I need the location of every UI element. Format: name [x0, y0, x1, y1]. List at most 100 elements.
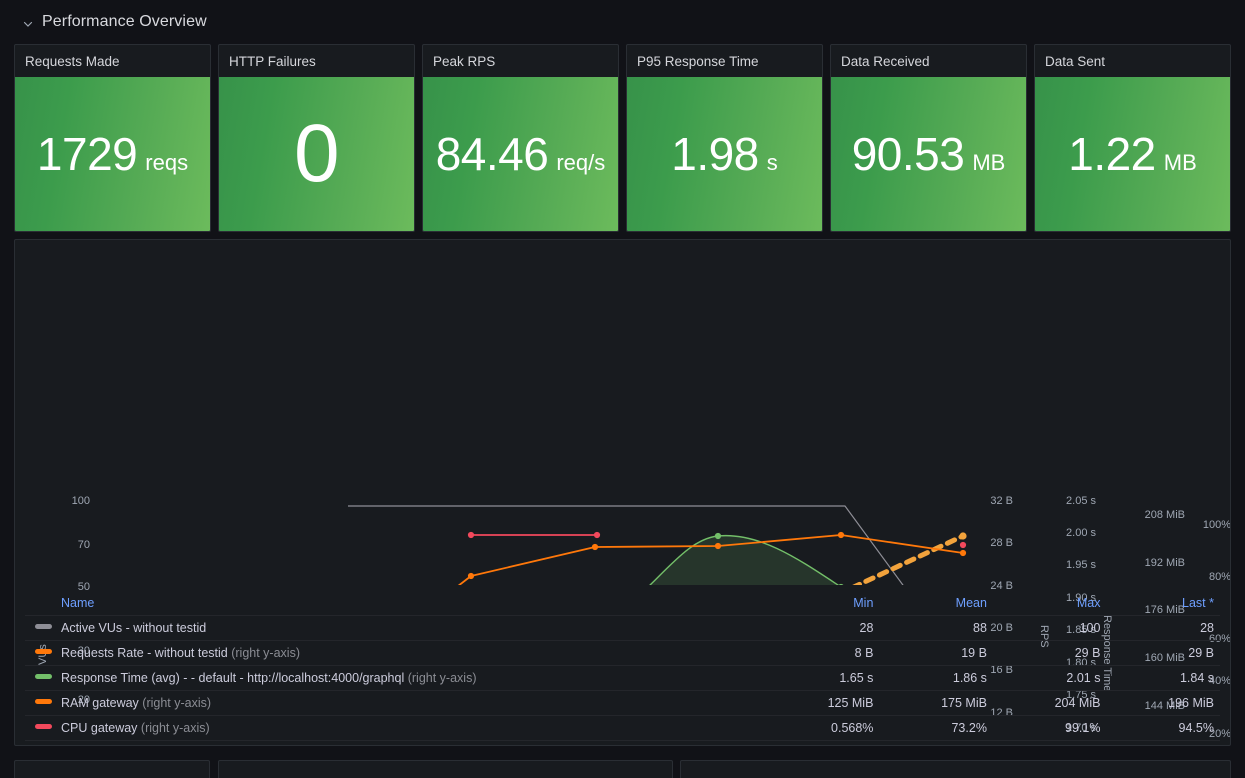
stat-unit: MB [972, 150, 1006, 175]
series-point-response-time [714, 532, 722, 540]
chevron-down-icon[interactable] [22, 18, 34, 30]
stat-value: 1729 [36, 128, 138, 180]
axis-tick-rps: 28 B [990, 537, 1013, 549]
stat-panel-title: Data Received [841, 53, 930, 69]
legend-color-swatch[interactable] [35, 724, 52, 729]
legend-series-name[interactable]: Active VUs - without testid [61, 621, 206, 635]
stat-panel[interactable]: P95 Response Time 1.98 s [626, 44, 823, 232]
legend-axis-note: (right y-axis) [140, 721, 210, 735]
legend-series-name[interactable]: Response Time (avg) - - default - http:/… [61, 671, 404, 685]
legend-min-value: 28 [765, 615, 880, 641]
legend-header-row: Name Min Mean Max Last * [25, 592, 1220, 616]
legend-mean-value: 88 [879, 615, 993, 641]
legend-mean-value: 19 B [879, 640, 993, 666]
row-title: Performance Overview [42, 13, 207, 30]
stat-value: 0 [293, 108, 340, 199]
stat-panel[interactable]: Peak RPS 84.46 req/s [422, 44, 619, 232]
stat-value: 84.46 [435, 128, 549, 180]
axis-tick-rps: 24 B [990, 580, 1013, 592]
next-panel-3[interactable] [680, 760, 1231, 778]
stat-panel-title: HTTP Failures [229, 53, 316, 69]
legend-series-cell[interactable]: Response Time (avg) - - default - http:/… [25, 665, 766, 691]
legend[interactable]: Name Min Mean Max Last * Active VUs - wi… [15, 592, 1230, 741]
legend-max-value: 204 MiB [992, 690, 1107, 716]
stat-panel[interactable]: Requests Made 1729 reqs [14, 44, 211, 232]
stat-panel[interactable]: Data Sent 1.22 MB [1034, 44, 1231, 232]
legend-last-value: 94.5% [1106, 715, 1220, 741]
legend-last-value: 29 B [1106, 640, 1220, 666]
axis-tick-cpu: 100% [1202, 519, 1231, 531]
legend-table: Name Min Mean Max Last * Active VUs - wi… [25, 592, 1220, 741]
legend-row[interactable]: RAM gateway (right y-axis) 125 MiB 175 MiB… [25, 690, 1220, 716]
legend-mean-value: 175 MiB [879, 690, 993, 716]
legend-series-name[interactable]: RAM gateway [61, 696, 139, 710]
plot-area[interactable] [15, 240, 1230, 585]
axis-tick-cpu: 80% [1208, 571, 1231, 583]
legend-series-name[interactable]: Requests Rate - without testid [61, 646, 228, 660]
stat-panel-body: 1.22 MB [1035, 77, 1230, 231]
stat-panel-title: Peak RPS [433, 53, 496, 69]
stat-panel-title: Data Sent [1045, 53, 1106, 69]
legend-axis-note: (right y-axis) [231, 646, 300, 660]
stat-value: 1.22 [1068, 128, 1156, 180]
stat-unit: reqs [145, 150, 189, 175]
next-panel-1[interactable] [14, 760, 210, 778]
stat-panel-body: 1729 reqs [15, 77, 210, 231]
legend-max-value: 2.01 s [992, 665, 1107, 691]
legend-series-name[interactable]: CPU gateway [61, 721, 137, 735]
axis-tick-vus: 100 [71, 495, 90, 507]
legend-color-swatch[interactable] [35, 674, 52, 679]
stat-unit: s [766, 150, 778, 175]
legend-row[interactable]: Response Time (avg) - - default - http:/… [25, 665, 1220, 691]
performance-timeseries-panel[interactable]: 1007050302010VUs 32 B28 B24 B20 B16 B12 … [14, 239, 1231, 746]
axis-tick-response-time: 2.00 s [1066, 527, 1096, 539]
legend-color-swatch[interactable] [35, 649, 52, 654]
legend-series-cell[interactable]: Active VUs - without testid [25, 615, 766, 641]
series-point-cpu-gateway [959, 541, 967, 549]
legend-color-swatch[interactable] [35, 699, 52, 704]
axis-tick-rps: 32 B [990, 495, 1013, 507]
legend-last-value: 28 [1106, 615, 1220, 641]
series-point-requests-rate [837, 531, 845, 539]
legend-color-swatch[interactable] [35, 624, 52, 629]
legend-min-value: 0.568% [765, 715, 880, 741]
legend-col-last[interactable]: Last * [1106, 592, 1220, 616]
stat-panel-body: 0 [219, 77, 414, 231]
stat-unit: MB [1163, 150, 1197, 175]
legend-series-cell[interactable]: RAM gateway (right y-axis) [25, 690, 766, 716]
legend-row[interactable]: Requests Rate - without testid (right y-… [25, 640, 1220, 666]
stat-panel-body: 1.98 s [627, 77, 822, 231]
row-header[interactable]: Performance Overview [0, 0, 1245, 44]
next-panel-2[interactable] [218, 760, 673, 778]
legend-last-value: 196 MiB [1106, 690, 1220, 716]
stat-value: 1.98 [671, 128, 759, 180]
legend-col-max[interactable]: Max [993, 592, 1107, 616]
stat-unit: req/s [556, 150, 606, 175]
stat-panel-body: 90.53 MB [831, 77, 1026, 231]
legend-col-min[interactable]: Min [766, 592, 880, 616]
series-point-requests-rate [714, 542, 722, 550]
legend-row[interactable]: Active VUs - without testid 28 88 100 28 [25, 615, 1220, 641]
legend-series-cell[interactable]: CPU gateway (right y-axis) [25, 715, 766, 741]
legend-col-name[interactable]: Name [25, 592, 766, 616]
stat-panel[interactable]: HTTP Failures 0 [218, 44, 415, 232]
legend-series-cell[interactable]: Requests Rate - without testid (right y-… [25, 640, 766, 666]
stat-panel-title: P95 Response Time [637, 53, 759, 69]
series-point-response-time [838, 583, 844, 585]
series-line-active-vus [348, 505, 904, 585]
stat-panel[interactable]: Data Received 90.53 MB [830, 44, 1027, 232]
legend-row[interactable]: CPU gateway (right y-axis) 0.568% 73.2% 99.… [25, 715, 1220, 741]
legend-min-value: 8 B [765, 640, 880, 666]
legend-col-mean[interactable]: Mean [879, 592, 993, 616]
axis-tick-response-time: 2.05 s [1066, 495, 1096, 507]
legend-axis-note: (right y-axis) [142, 696, 212, 710]
series-point-cpu-gateway [467, 531, 475, 539]
legend-mean-value: 73.2% [879, 715, 993, 741]
stat-value: 90.53 [851, 128, 965, 180]
plot-canvas [348, 505, 967, 585]
legend-max-value: 99.1% [992, 715, 1107, 741]
series-point-requests-rate [467, 572, 475, 580]
next-row-panels [0, 750, 1245, 778]
series-point-cpu-gateway [593, 531, 601, 539]
stat-panel-row: Requests Made 1729 reqs HTTP Failures 0 Peak … [0, 44, 1245, 232]
